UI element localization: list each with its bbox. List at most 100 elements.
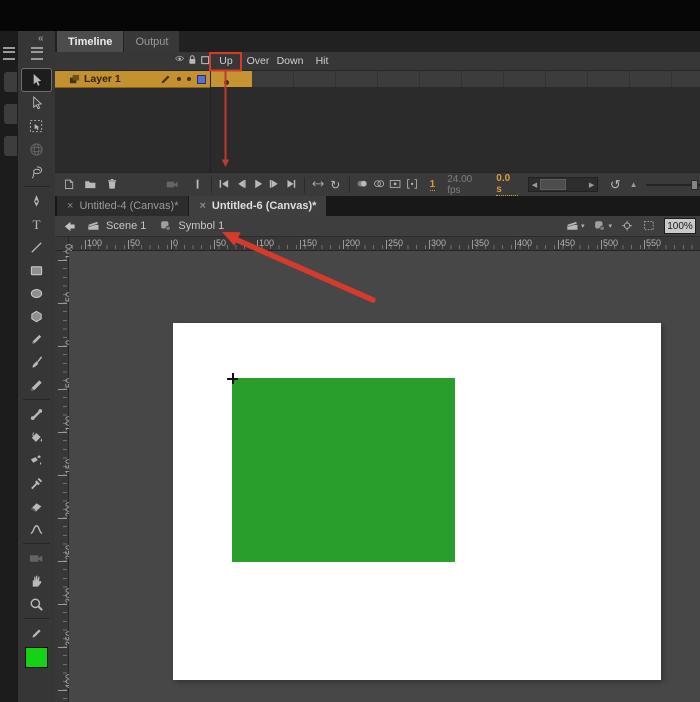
layer-name[interactable]: Layer 1 xyxy=(84,73,121,85)
onion-skin-outlines-button[interactable] xyxy=(371,176,388,193)
timeline-zoom-slider[interactable] xyxy=(646,178,700,192)
zoom-tool[interactable] xyxy=(22,593,51,615)
paint-bucket-icon xyxy=(29,430,44,445)
pasteboard[interactable] xyxy=(69,251,700,702)
oval-tool[interactable] xyxy=(22,282,51,304)
new-folder-button[interactable] xyxy=(83,176,100,193)
free-transform-tool[interactable] xyxy=(22,115,51,137)
layer-item[interactable]: Layer 1 xyxy=(55,71,210,88)
v-ruler-tick xyxy=(58,389,67,390)
tools-panel-menu-icon[interactable] xyxy=(31,47,43,60)
loop-button[interactable]: ↻ xyxy=(327,176,344,193)
dock-panel-tab[interactable] xyxy=(4,72,17,92)
dock-menu-icon[interactable] xyxy=(3,47,15,60)
frame-rate-value[interactable]: 24.00 fps xyxy=(447,174,487,196)
subselection-tool[interactable] xyxy=(22,92,51,114)
timeline-scrollbar[interactable]: ◀ ▶ xyxy=(528,177,598,192)
collapse-timeline-icon[interactable]: ▲ xyxy=(630,180,638,189)
step-forward-button[interactable] xyxy=(266,176,283,193)
dock-panel-tab[interactable] xyxy=(4,104,17,124)
delete-layer-button[interactable] xyxy=(104,176,121,193)
go-to-first-frame-button[interactable] xyxy=(217,176,234,193)
timeline-tab-output[interactable]: Output xyxy=(124,31,179,52)
scroll-right-icon[interactable]: ▶ xyxy=(586,178,597,191)
v-ruler-tick xyxy=(58,475,67,476)
rectangle-tool[interactable] xyxy=(22,259,51,281)
scrollbar-thumb[interactable] xyxy=(540,179,566,190)
elapsed-time-value[interactable]: 0.0 s xyxy=(496,173,518,196)
play-button[interactable] xyxy=(250,176,267,193)
onion-skin-button[interactable] xyxy=(354,176,371,193)
pasteboard-button[interactable] xyxy=(189,176,206,193)
timeline-tab-timeline[interactable]: Timeline xyxy=(57,31,123,52)
paint-brush-tool[interactable] xyxy=(22,374,51,396)
green-rectangle-shape[interactable] xyxy=(232,378,455,562)
fill-color-swatch[interactable] xyxy=(25,647,48,668)
timeline-column-divider[interactable] xyxy=(210,52,211,172)
layer-lock-dot[interactable] xyxy=(187,77,191,81)
frame-label-over[interactable]: Over xyxy=(247,55,270,67)
frame-label-down[interactable]: Down xyxy=(277,55,304,67)
brush-tool[interactable] xyxy=(22,351,51,373)
polystar-tool[interactable] xyxy=(22,305,51,327)
stroke-color-tool[interactable] xyxy=(22,622,51,644)
line-tool[interactable] xyxy=(22,236,51,258)
3d-rotation-tool[interactable] xyxy=(22,138,51,160)
timeline-frames-strip[interactable] xyxy=(210,71,700,88)
document-tab[interactable]: ×Untitled-4 (Canvas)* xyxy=(57,196,188,216)
h-ruler-label: 200 xyxy=(345,238,360,248)
back-arrow-icon[interactable] xyxy=(63,220,76,233)
scroll-left-icon[interactable]: ◀ xyxy=(529,178,540,191)
new-layer-button[interactable] xyxy=(61,176,78,193)
collapsed-panel-dock[interactable] xyxy=(0,31,19,702)
selection-tool[interactable] xyxy=(22,69,51,91)
eyedropper-tool[interactable] xyxy=(22,472,51,494)
selected-frame-cell[interactable] xyxy=(210,71,252,87)
h-ruler-tick xyxy=(171,240,172,249)
step-back-button[interactable] xyxy=(233,176,250,193)
clip-content-button[interactable] xyxy=(643,220,656,233)
frame-label-hit[interactable]: Hit xyxy=(316,55,329,67)
dock-panel-tab[interactable] xyxy=(4,136,17,156)
show-hide-all-layers-icon[interactable] xyxy=(174,55,186,65)
width-tool[interactable] xyxy=(22,518,51,540)
center-stage-button[interactable] xyxy=(621,220,634,233)
edit-symbol-button[interactable] xyxy=(593,220,607,233)
v-ruler-tick xyxy=(58,346,67,347)
zoom-slider-thumb[interactable] xyxy=(691,180,698,190)
camera-button[interactable] xyxy=(165,176,182,193)
symbol-icon xyxy=(159,220,173,233)
h-ruler-tick xyxy=(472,240,473,249)
modify-markers-button[interactable] xyxy=(404,176,421,193)
center-frame-button[interactable] xyxy=(310,176,327,193)
current-frame-number[interactable]: 1 xyxy=(430,179,436,191)
stage-canvas[interactable] xyxy=(173,323,661,680)
frame-label-up[interactable]: Up xyxy=(219,55,232,67)
go-to-last-frame-button[interactable] xyxy=(283,176,300,193)
eraser-tool[interactable] xyxy=(22,495,51,517)
scene-breadcrumb[interactable]: Scene 1 xyxy=(106,220,146,232)
collapse-panels-button[interactable]: « xyxy=(38,33,43,44)
hand-tool[interactable] xyxy=(22,570,51,592)
edit-multiple-frames-button[interactable] xyxy=(388,176,405,193)
document-tab[interactable]: ×Untitled-6 (Canvas)* xyxy=(189,196,326,216)
reset-undo-icon[interactable]: ↺ xyxy=(607,176,624,193)
lasso-tool[interactable] xyxy=(22,161,51,183)
lock-unlock-all-layers-icon[interactable] xyxy=(187,54,198,66)
camera-icon xyxy=(29,551,44,566)
stage-zoom-level[interactable]: 100% xyxy=(664,218,696,234)
edit-scene-button[interactable] xyxy=(566,220,580,233)
layer-outline-color-swatch[interactable] xyxy=(197,75,206,84)
pen-tool[interactable] xyxy=(22,190,51,212)
pencil-tool[interactable] xyxy=(22,328,51,350)
text-tool[interactable]: T xyxy=(22,213,51,235)
close-tab-icon[interactable]: × xyxy=(67,200,73,212)
layer-visibility-dot[interactable] xyxy=(177,77,181,81)
paint-bucket-tool[interactable] xyxy=(22,426,51,448)
text-icon: T xyxy=(29,217,44,232)
symbol-breadcrumb[interactable]: Symbol 1 xyxy=(178,220,224,232)
close-tab-icon[interactable]: × xyxy=(199,200,205,212)
bone-tool[interactable] xyxy=(22,403,51,425)
ink-bottle-tool[interactable] xyxy=(22,449,51,471)
camera-tool[interactable] xyxy=(22,547,51,569)
